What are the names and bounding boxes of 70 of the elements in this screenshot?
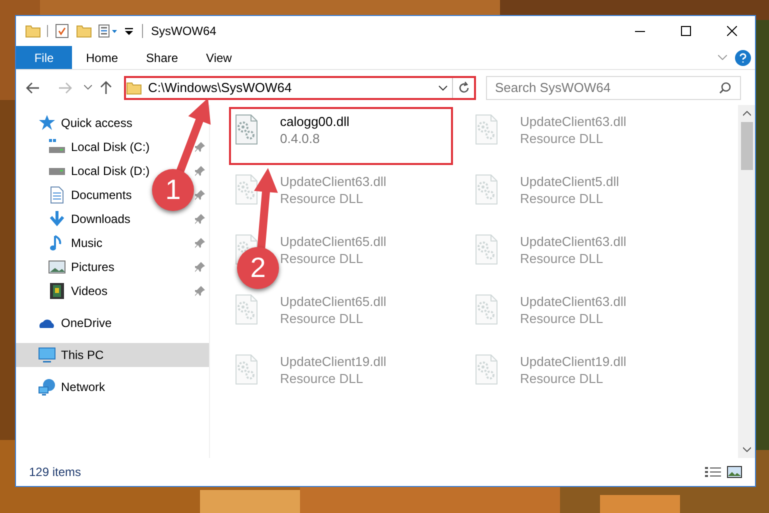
nav-item[interactable]: Videos <box>48 282 108 300</box>
close-icon <box>727 26 737 36</box>
file-detail: Resource DLL <box>520 250 604 268</box>
file-name: UpdateClient19.dll <box>280 354 386 370</box>
drive-icon <box>48 138 66 156</box>
document-icon <box>48 186 66 204</box>
scroll-up-icon[interactable] <box>742 111 750 116</box>
file-name: UpdateClient63.dll <box>520 294 626 310</box>
file-detail: Resource DLL <box>520 130 604 148</box>
file-detail: Resource DLL <box>280 370 364 388</box>
file-detail: Resource DLL <box>280 250 364 268</box>
picture-icon <box>48 258 66 276</box>
window-title: SysWOW64 <box>151 23 216 40</box>
ribbon-tab[interactable]: View <box>192 46 246 69</box>
maximize-icon <box>681 26 691 36</box>
folder-icon <box>76 23 92 39</box>
large-icons-view-icon[interactable] <box>727 466 742 478</box>
refresh-icon <box>457 80 471 94</box>
address-path: C:\Windows\SysWOW64 <box>148 78 293 97</box>
item-count: 129 items <box>29 464 82 481</box>
star-icon <box>38 114 56 132</box>
file-name: UpdateClient63.dll <box>280 174 386 190</box>
ribbon-tab[interactable]: Home <box>72 46 132 69</box>
file-name: UpdateClient19.dll <box>520 354 626 370</box>
help-icon[interactable] <box>735 50 751 66</box>
address-bar[interactable]: C:\Windows\SysWOW64 <box>124 76 476 100</box>
down-arrow-icon <box>48 210 66 228</box>
file-detail: Resource DLL <box>280 310 364 328</box>
nav-item[interactable]: Documents <box>48 186 132 204</box>
ribbon-tab[interactable]: File <box>16 46 72 69</box>
nav-item[interactable]: Quick access <box>38 114 132 132</box>
film-icon <box>48 282 66 300</box>
scroll-down-icon[interactable] <box>742 447 750 452</box>
up-arrow-icon[interactable] <box>100 80 112 94</box>
folder-icon <box>126 80 142 96</box>
file-detail: Resource DLL <box>520 190 604 208</box>
properties-icon <box>98 23 118 39</box>
checklist-icon <box>54 23 70 39</box>
nav-item[interactable]: Network <box>38 378 106 396</box>
file-detail: Resource DLL <box>280 190 364 208</box>
file-name: UpdateClient65.dll <box>280 234 386 250</box>
nav-item[interactable]: OneDrive <box>38 314 112 332</box>
details-view-icon[interactable] <box>705 466 721 478</box>
file-detail: Resource DLL <box>520 370 604 388</box>
file-name: calogg00.dll <box>280 114 350 130</box>
file-name: UpdateClient63.dll <box>520 234 626 250</box>
nav-item[interactable]: Downloads <box>48 210 130 228</box>
folder-icon <box>25 23 41 39</box>
scrollbar-thumb[interactable] <box>740 122 752 170</box>
back-arrow-icon[interactable] <box>26 82 40 94</box>
file-name: UpdateClient63.dll <box>520 114 626 130</box>
ribbon-tab[interactable]: Share <box>132 46 192 69</box>
nav-item[interactable]: This PC <box>38 346 104 364</box>
nav-item[interactable]: Local Disk (D:) <box>48 162 150 180</box>
chevron-down-icon[interactable] <box>718 55 727 60</box>
globe-monitor-icon <box>38 378 56 396</box>
minimize-icon <box>635 30 645 32</box>
nav-item[interactable]: Music <box>48 234 102 252</box>
file-detail: 0.4.0.8 <box>280 130 321 148</box>
file-name: UpdateClient65.dll <box>280 294 386 310</box>
nav-item[interactable]: Pictures <box>48 258 114 276</box>
search-icon[interactable] <box>719 82 731 94</box>
chevron-down-icon[interactable] <box>84 85 92 90</box>
chevron-down-icon <box>438 84 448 90</box>
search-field[interactable]: Search SysWOW64 <box>486 76 741 100</box>
file-name: UpdateClient5.dll <box>520 174 620 190</box>
file-detail: Resource DLL <box>520 310 604 328</box>
nav-item[interactable]: Local Disk (C:) <box>48 138 150 156</box>
scrollbar[interactable] <box>738 105 755 458</box>
monitor-icon <box>38 346 56 364</box>
